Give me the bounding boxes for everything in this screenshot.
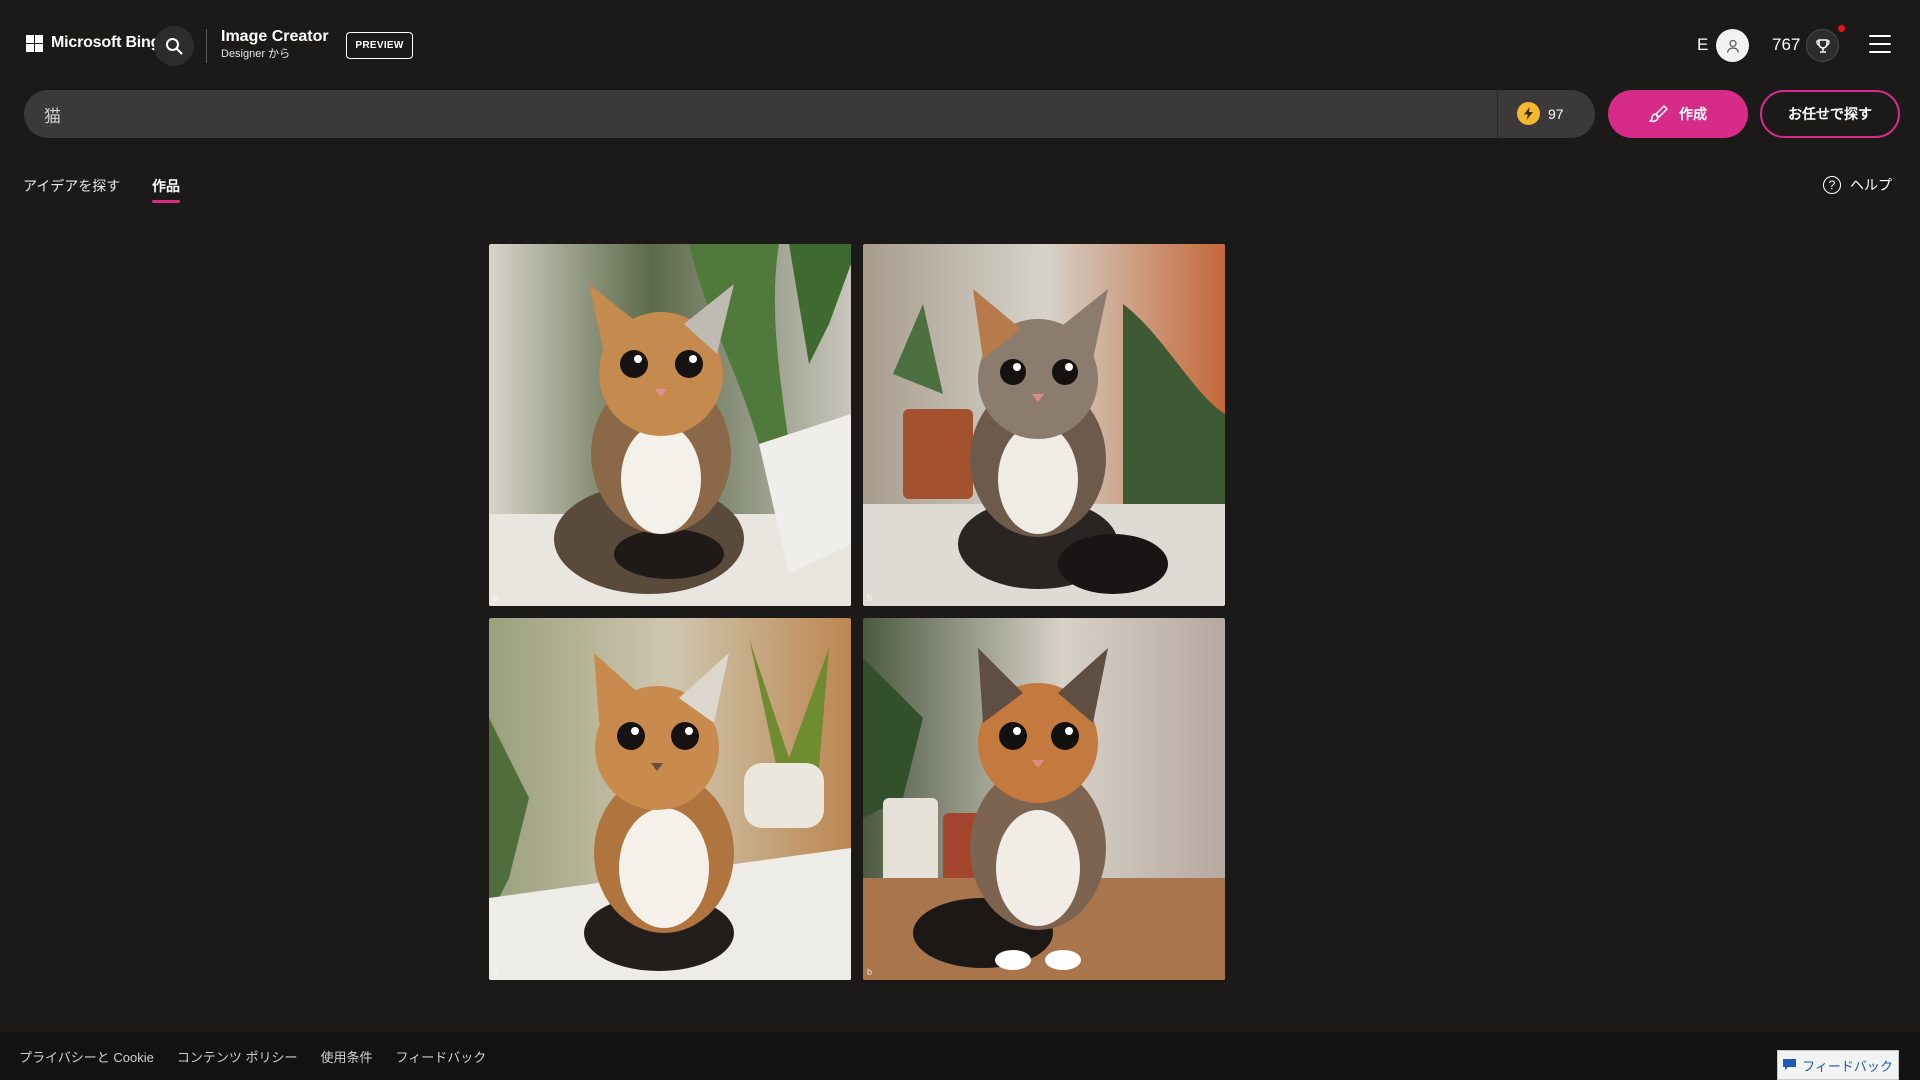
user-icon: [1726, 39, 1739, 53]
image-watermark: b: [867, 967, 873, 977]
tab-creations[interactable]: 作品: [152, 176, 180, 196]
notification-dot: [1838, 25, 1845, 32]
rewards-button[interactable]: [1806, 29, 1839, 62]
app-title-link[interactable]: Image Creator Designer から: [221, 28, 329, 62]
footer: プライバシーと Cookie コンテンツ ポリシー 使用条件 フィードバック フ…: [0, 1032, 1920, 1080]
menu-icon[interactable]: [1869, 35, 1891, 53]
avatar[interactable]: [1716, 29, 1749, 62]
bing-logo-link[interactable]: Microsoft Bing: [26, 34, 160, 52]
image-grid: b b b b: [489, 244, 1225, 980]
page: Microsoft Bing Image Creator Designer から…: [0, 0, 1920, 1080]
search-icon: [166, 38, 183, 55]
help-link[interactable]: ? ヘルプ: [1823, 175, 1892, 195]
terms-link[interactable]: 使用条件: [320, 1047, 372, 1066]
user-initial[interactable]: E: [1697, 35, 1708, 55]
app-title: Image Creator: [221, 28, 329, 45]
feedback-button-label: フィードバック: [1802, 1058, 1893, 1074]
generated-image[interactable]: b: [863, 618, 1225, 980]
preview-badge: PREVIEW: [346, 32, 413, 59]
help-icon: ?: [1823, 176, 1841, 194]
footer-links: プライバシーと Cookie コンテンツ ポリシー 使用条件 フィードバック: [19, 1047, 486, 1066]
generated-image[interactable]: b: [489, 244, 851, 606]
boost-counter[interactable]: 97: [1517, 102, 1564, 125]
app-subtitle: Designer から: [221, 48, 291, 60]
generated-image[interactable]: b: [863, 244, 1225, 606]
boost-divider: [1497, 90, 1498, 138]
image-watermark: b: [493, 967, 499, 977]
help-label: ヘルプ: [1850, 177, 1892, 193]
privacy-link[interactable]: プライバシーと Cookie: [19, 1047, 154, 1066]
header: Microsoft Bing Image Creator Designer から…: [0, 0, 1920, 90]
chat-bubble-icon: [1783, 1059, 1797, 1070]
surprise-me-button[interactable]: お任せで探す: [1760, 90, 1900, 138]
feedback-link[interactable]: フィードバック: [395, 1047, 486, 1066]
brand-name: Microsoft Bing: [51, 34, 161, 51]
create-button[interactable]: 作成: [1608, 90, 1748, 138]
microsoft-logo-icon: [26, 34, 43, 52]
active-tab-indicator: [152, 200, 180, 203]
brush-icon: [1649, 105, 1668, 123]
reward-points[interactable]: 767: [1772, 35, 1800, 55]
image-watermark: b: [493, 593, 499, 603]
image-watermark: b: [867, 593, 873, 603]
prompt-input[interactable]: [44, 90, 1494, 138]
boost-coin-icon: [1517, 102, 1540, 125]
prompt-bar: 97: [24, 90, 1595, 138]
create-label: 作成: [1679, 106, 1707, 122]
header-divider: [206, 29, 207, 63]
content-policy-link[interactable]: コンテンツ ポリシー: [177, 1047, 298, 1066]
tab-explore[interactable]: アイデアを探す: [23, 176, 120, 196]
trophy-icon: [1815, 38, 1830, 53]
boost-count: 97: [1548, 105, 1564, 122]
feedback-button[interactable]: フィードバック: [1777, 1050, 1899, 1080]
search-button[interactable]: [154, 26, 194, 66]
generated-image[interactable]: b: [489, 618, 851, 980]
